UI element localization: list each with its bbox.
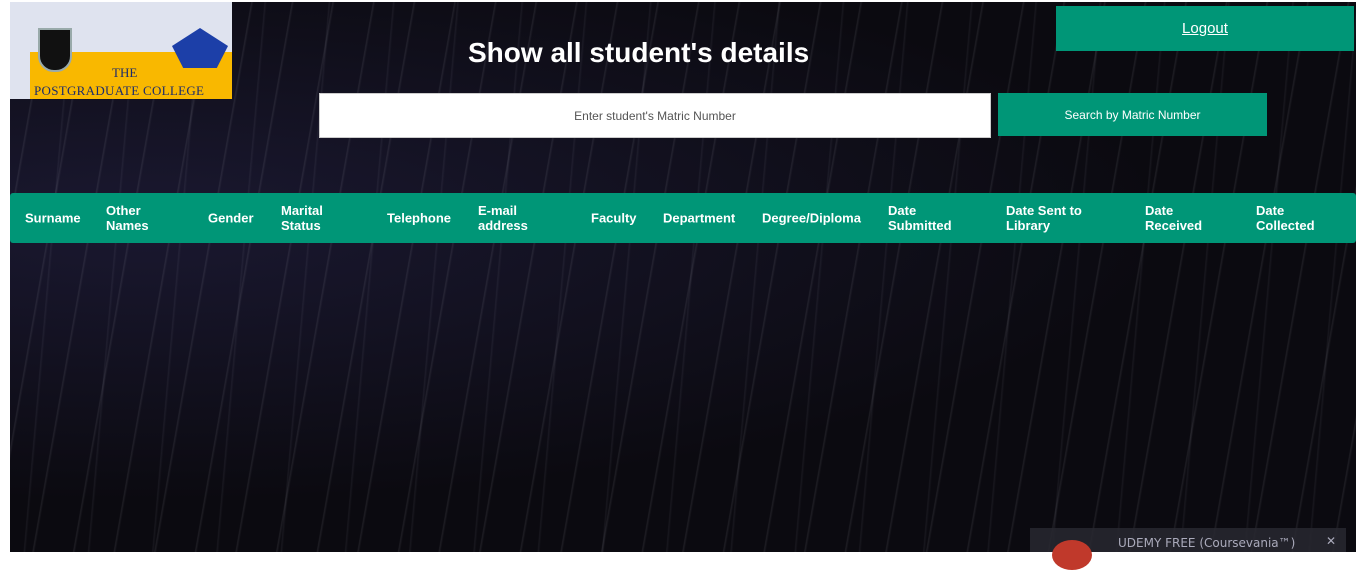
- column-other-names: Other Names: [106, 203, 149, 233]
- table-header: Surname Other Names Gender Marital Statu…: [10, 193, 1356, 243]
- column-date-received: Date Received: [1145, 203, 1203, 233]
- notification-text: UDEMY FREE (Coursevania™): [1118, 536, 1296, 550]
- postgraduate-college-logo: THE POSTGRADUATE COLLEGE: [10, 2, 232, 99]
- close-icon[interactable]: ✕: [1326, 534, 1336, 548]
- page-title: Show all student's details: [468, 37, 810, 68]
- matric-number-input[interactable]: [319, 93, 991, 138]
- column-department: Department: [663, 210, 736, 226]
- column-degree-diploma: Degree/Diploma: [762, 210, 861, 226]
- search-button[interactable]: Search by Matric Number: [998, 93, 1267, 136]
- column-date-submitted: Date Submitted: [888, 203, 952, 233]
- notification-avatar: [1052, 540, 1092, 570]
- column-date-sent-to-library: Date Sent to Library: [1006, 203, 1082, 233]
- page-background: THE POSTGRADUATE COLLEGE Show all studen…: [10, 2, 1356, 552]
- logo-text-college: POSTGRADUATE COLLEGE: [34, 83, 205, 98]
- logo-text-the: THE: [112, 65, 138, 80]
- column-marital-status: Marital Status: [281, 203, 323, 233]
- column-email: E-mail address: [478, 203, 528, 233]
- notification-popup[interactable]: UDEMY FREE (Coursevania™) ✕: [1030, 528, 1346, 570]
- column-date-collected: Date Collected: [1256, 203, 1315, 233]
- crest-icon: [38, 28, 72, 72]
- logout-button[interactable]: Logout: [1056, 6, 1354, 51]
- graduation-cap-icon: [172, 28, 228, 68]
